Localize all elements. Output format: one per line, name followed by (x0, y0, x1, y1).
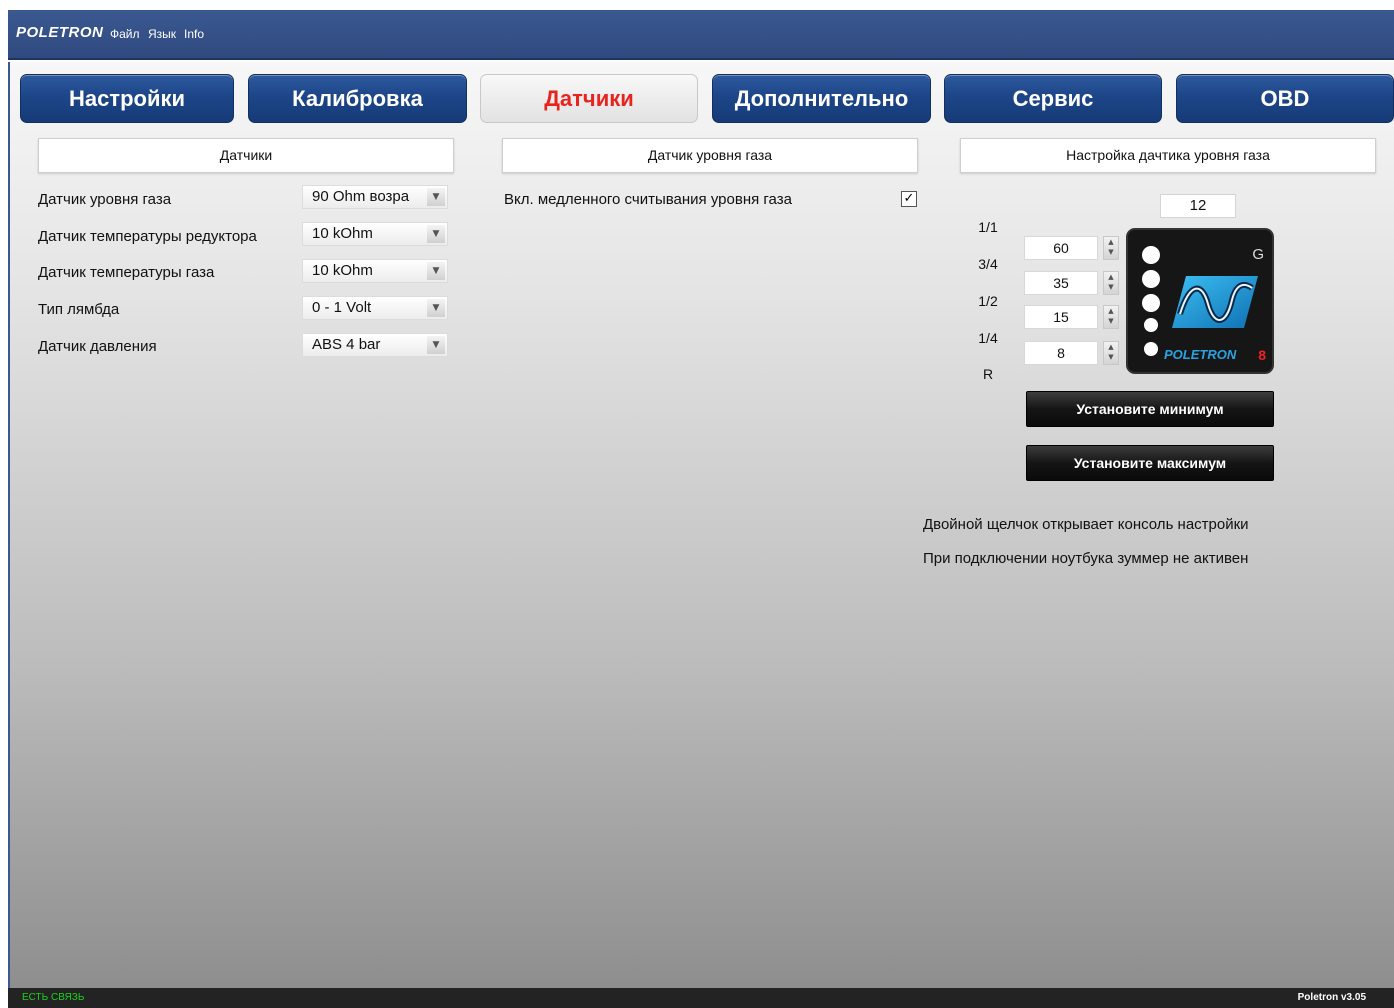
lambda-type-select[interactable]: 0 - 1 Volt ▼ (302, 296, 448, 320)
chevron-down-icon[interactable]: ▼ (427, 225, 445, 243)
threshold-spinner-4[interactable]: ▲ ▼ (1103, 341, 1119, 365)
tab-obd[interactable]: OBD (1176, 74, 1394, 123)
device-model-label: 8 (1258, 347, 1266, 363)
level-label-half: 1/2 (978, 293, 998, 309)
led-indicator (1142, 270, 1160, 288)
gas-level-indicator-device[interactable]: G POLETRON 8 (1126, 228, 1274, 374)
tab-additional[interactable]: Дополнительно (712, 74, 931, 123)
threshold-spinner-1[interactable]: ▲ ▼ (1103, 236, 1119, 260)
led-indicator (1142, 294, 1160, 312)
title-bar: POLETRON Файл Язык Info (8, 10, 1394, 60)
tab-settings[interactable]: Настройки (20, 74, 234, 123)
wave-logo-icon (1172, 276, 1258, 328)
chevron-down-icon[interactable]: ▼ (427, 262, 445, 280)
buzzer-note: При подключении ноутбука зуммер не актив… (923, 550, 1249, 567)
gas-level-current-value: 12 (1160, 194, 1236, 218)
chevron-down-icon[interactable]: ▼ (427, 336, 445, 354)
pressure-sensor-select[interactable]: ABS 4 bar ▼ (302, 333, 448, 357)
level-label-full: 1/1 (978, 219, 998, 235)
double-click-note: Двойной щелчок открывает консоль настрой… (923, 516, 1249, 533)
select-value: 10 kOhm (312, 262, 373, 279)
main-content: Настройки Калибровка Датчики Дополнитель… (8, 62, 1394, 988)
gas-temp-sensor-label: Датчик температуры газа (38, 264, 215, 281)
led-indicator (1144, 318, 1158, 332)
slow-read-label: Вкл. медленного считывания уровня газа (504, 191, 792, 208)
select-value: ABS 4 bar (312, 336, 381, 353)
tab-sensors[interactable]: Датчики (480, 74, 698, 123)
tab-service[interactable]: Сервис (944, 74, 1162, 123)
set-minimum-button[interactable]: Установите минимум (1026, 391, 1274, 427)
connection-status: ЕСТЬ СВЯЗЬ (22, 992, 85, 1003)
threshold-input-3[interactable]: 15 (1024, 305, 1098, 329)
reducer-temp-sensor-label: Датчик температуры редуктора (38, 228, 257, 245)
gas-sensor-setup-header: Настройка дачтика уровня газа (960, 138, 1376, 173)
version-label: Poletron v3.05 (1297, 992, 1366, 1003)
gas-level-sensor-label: Датчик уровня газа (38, 191, 172, 208)
level-label-three-quarter: 3/4 (978, 256, 998, 272)
menu-info[interactable]: Info (184, 27, 204, 41)
threshold-spinner-2[interactable]: ▲ ▼ (1103, 271, 1119, 295)
threshold-input-2[interactable]: 35 (1024, 271, 1098, 295)
gas-level-sensor-select[interactable]: 90 Ohm возра ▼ (302, 185, 448, 209)
device-g-label: G (1252, 246, 1264, 263)
select-value: 10 kOhm (312, 225, 373, 242)
pressure-sensor-label: Датчик давления (38, 338, 157, 355)
lambda-type-label: Тип лямбда (38, 301, 120, 318)
tab-calibration[interactable]: Калибровка (248, 74, 467, 123)
gas-temp-sensor-select[interactable]: 10 kOhm ▼ (302, 259, 448, 283)
chevron-down-icon[interactable]: ▼ (427, 188, 445, 206)
gas-level-panel-header: Датчик уровня газа (502, 138, 918, 173)
select-value: 90 Ohm возра (312, 188, 410, 205)
select-value: 0 - 1 Volt (312, 299, 372, 316)
threshold-input-1[interactable]: 60 (1024, 236, 1098, 260)
chevron-down-icon[interactable]: ▼ (427, 299, 445, 317)
level-label-quarter: 1/4 (978, 330, 998, 346)
slow-read-checkbox[interactable]: ✓ (901, 191, 917, 207)
led-indicator (1144, 342, 1158, 356)
level-label-reserve: R (982, 366, 994, 382)
app-logo: POLETRON (16, 24, 104, 41)
threshold-spinner-3[interactable]: ▲ ▼ (1103, 305, 1119, 329)
device-brand-logo: POLETRON (1164, 347, 1237, 362)
reducer-temp-sensor-select[interactable]: 10 kOhm ▼ (302, 222, 448, 246)
led-indicator (1142, 246, 1160, 264)
menu-file[interactable]: Файл (110, 27, 140, 41)
status-bar: ЕСТЬ СВЯЗЬ Poletron v3.05 (8, 988, 1394, 1008)
set-maximum-button[interactable]: Установите максимум (1026, 445, 1274, 481)
threshold-input-4[interactable]: 8 (1024, 341, 1098, 365)
sensors-panel-header: Датчики (38, 138, 454, 173)
menu-language[interactable]: Язык (148, 27, 176, 41)
